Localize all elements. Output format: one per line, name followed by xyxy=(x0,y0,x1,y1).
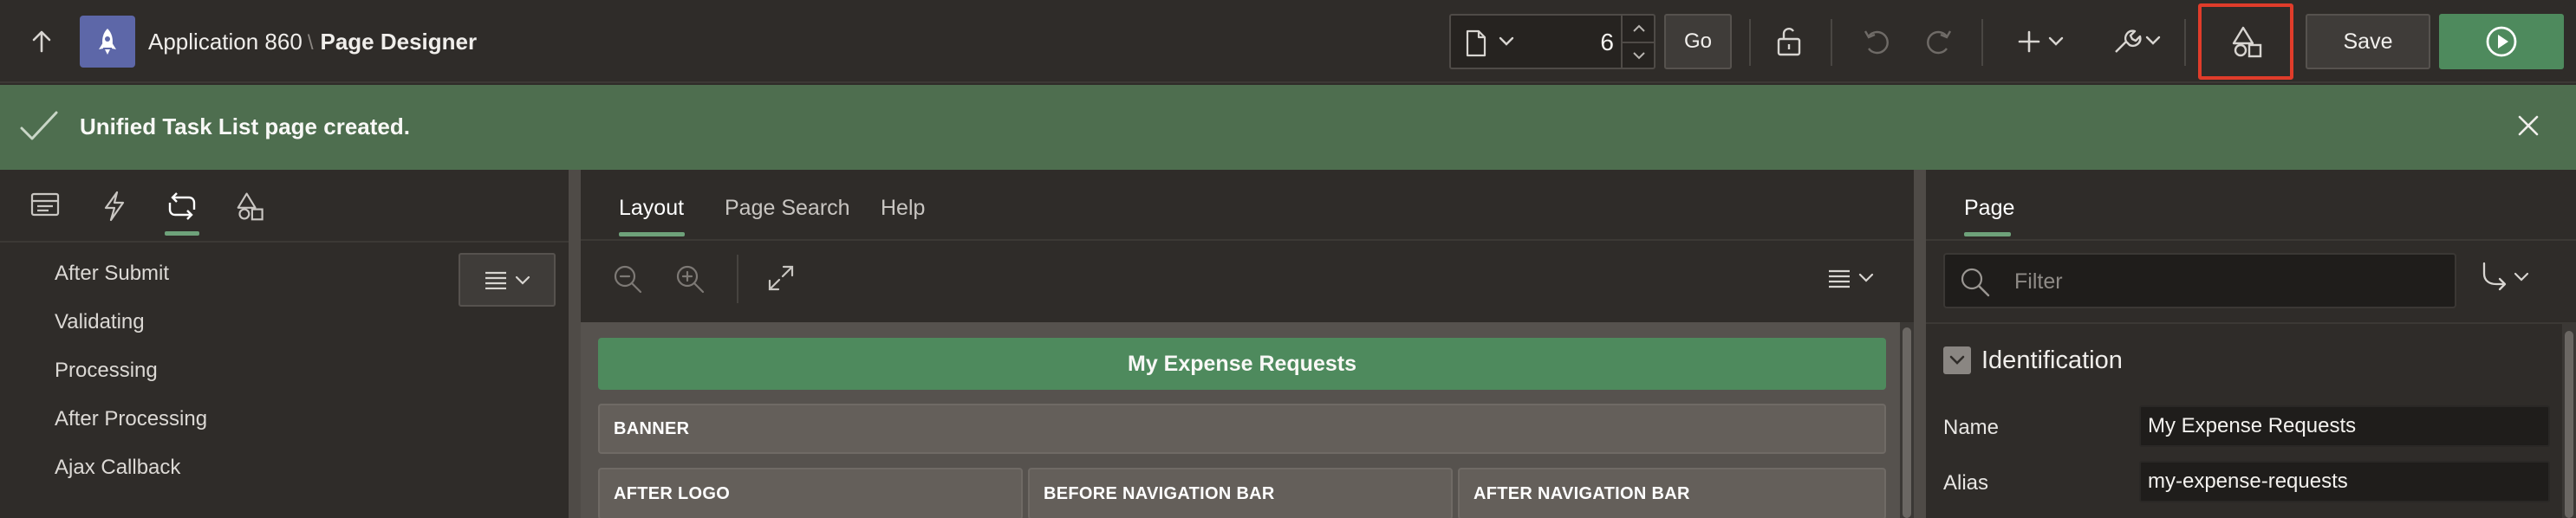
banner-slot[interactable]: BANNER xyxy=(598,404,1886,454)
shapes-icon xyxy=(237,192,263,221)
unlock-icon[interactable] xyxy=(1772,21,1810,62)
tab-page[interactable]: Page xyxy=(1964,192,2014,223)
chevron-down-icon xyxy=(515,275,530,285)
alias-field[interactable]: my-expense-requests xyxy=(2139,461,2550,502)
name-field[interactable]: My Expense Requests xyxy=(2139,405,2550,447)
chevron-down-icon[interactable] xyxy=(1498,35,1515,47)
page-number-stepper[interactable] xyxy=(1621,16,1656,68)
right-splitter[interactable] xyxy=(1914,170,1926,518)
chevron-down-icon xyxy=(1949,355,1965,365)
property-editor: Page Filter Identification Name My Expen… xyxy=(1926,170,2576,518)
name-label: Name xyxy=(1943,416,2000,439)
page-selector[interactable]: 6 xyxy=(1449,14,1656,69)
document-icon[interactable] xyxy=(1465,29,1487,57)
toolbar-divider xyxy=(1749,19,1751,66)
left-pane: After Submit Validating Processing After… xyxy=(0,170,569,518)
lightning-icon xyxy=(104,191,125,222)
breadcrumb-separator: \ xyxy=(307,31,314,55)
increment-arrow-icon[interactable] xyxy=(1623,16,1656,42)
processing-loop-icon xyxy=(168,192,196,220)
close-icon[interactable] xyxy=(2514,111,2543,140)
rendering-tree-icon xyxy=(30,192,60,217)
tab-rendering[interactable] xyxy=(24,185,66,236)
tree-menu-button[interactable] xyxy=(459,253,556,307)
toolbar-divider xyxy=(737,255,738,303)
breadcrumb-current-page: Page Designer xyxy=(320,29,478,55)
tab-dynamic-actions[interactable] xyxy=(94,185,135,236)
tree-item-after-processing[interactable]: After Processing xyxy=(55,405,207,433)
run-page-button[interactable] xyxy=(2439,14,2564,69)
go-to-arrow-icon xyxy=(2482,262,2529,291)
canvas-scrollbar[interactable] xyxy=(1900,322,1914,518)
page-number-input[interactable]: 6 xyxy=(1538,28,1614,57)
tab-help[interactable]: Help xyxy=(881,192,925,223)
tree-item-after-submit[interactable]: After Submit xyxy=(55,260,169,288)
create-menu-button[interactable] xyxy=(2016,21,2070,62)
page-designer-toolbar: Application 860 \ Page Designer 6 Go Save xyxy=(0,0,2576,83)
after-logo-slot[interactable]: AFTER LOGO xyxy=(598,468,1023,518)
app-icon[interactable] xyxy=(80,16,135,68)
group-title-identification[interactable]: Identification xyxy=(1981,343,2123,378)
highlight-box xyxy=(2198,3,2293,80)
tab-processing[interactable] xyxy=(161,185,203,236)
checkmark-icon xyxy=(19,109,59,144)
tab-layout[interactable]: Layout xyxy=(619,192,684,223)
toolbar-divider xyxy=(2184,19,2186,66)
expand-icon[interactable] xyxy=(766,263,796,293)
tree-item-ajax-callback[interactable]: Ajax Callback xyxy=(55,454,180,482)
layout-menu-button[interactable] xyxy=(1827,269,1879,289)
center-pane: Layout Page Search Help My Expense Reque… xyxy=(581,170,1914,518)
toolbar-divider xyxy=(1981,19,1983,66)
active-tab-indicator xyxy=(619,232,685,236)
breadcrumb: Application 860 \ Page Designer xyxy=(148,26,477,59)
filter-input[interactable]: Filter xyxy=(1943,253,2456,308)
alias-label: Alias xyxy=(1943,471,1989,495)
up-arrow-icon[interactable] xyxy=(26,24,57,59)
zoom-out-icon[interactable] xyxy=(612,263,643,295)
divider xyxy=(1926,239,2576,241)
page-title-region[interactable]: My Expense Requests xyxy=(598,338,1886,390)
zoom-in-icon[interactable] xyxy=(674,263,706,295)
left-splitter[interactable] xyxy=(569,170,581,518)
active-tab-indicator xyxy=(1964,232,2011,236)
utilities-wrench-icon[interactable] xyxy=(2108,21,2165,62)
breadcrumb-app[interactable]: Application 860 xyxy=(148,29,302,55)
list-menu-icon xyxy=(485,271,506,289)
filter-placeholder: Filter xyxy=(2014,269,2063,294)
after-navigation-bar-slot[interactable]: AFTER NAVIGATION BAR xyxy=(1458,468,1886,518)
search-icon xyxy=(1959,267,1992,298)
tab-shared-components[interactable] xyxy=(231,185,272,236)
success-message-text: Unified Task List page created. xyxy=(80,113,410,139)
go-button[interactable]: Go xyxy=(1664,14,1732,69)
tab-page-search[interactable]: Page Search xyxy=(725,192,850,223)
properties-scrollbar[interactable] xyxy=(2562,324,2576,518)
success-message: Unified Task List page created. xyxy=(0,85,2576,170)
tree-item-validating[interactable]: Validating xyxy=(55,308,145,336)
tree-item-processing[interactable]: Processing xyxy=(55,357,158,385)
go-to-group-button[interactable] xyxy=(2481,262,2534,291)
before-navigation-bar-slot[interactable]: BEFORE NAVIGATION BAR xyxy=(1028,468,1453,518)
divider xyxy=(0,241,569,243)
collapse-toggle[interactable] xyxy=(1943,346,1971,374)
save-button[interactable]: Save xyxy=(2306,14,2430,69)
divider xyxy=(581,239,1914,241)
redo-icon[interactable] xyxy=(1919,21,1957,62)
decrement-arrow-icon[interactable] xyxy=(1623,42,1656,68)
toolbar-divider xyxy=(1831,19,1832,66)
play-circle-icon xyxy=(2486,26,2517,57)
undo-icon[interactable] xyxy=(1858,21,1896,62)
